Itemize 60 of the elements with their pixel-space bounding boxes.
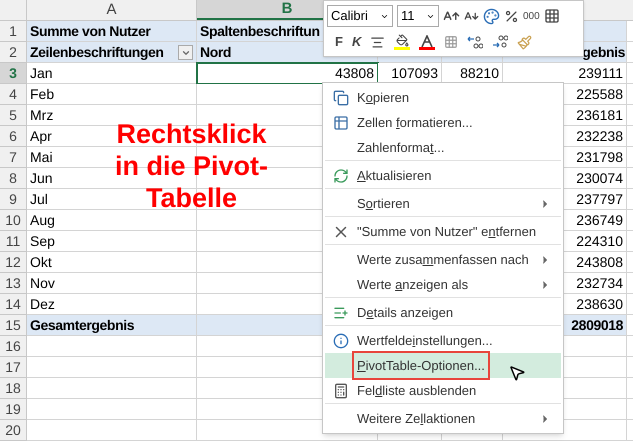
menu-item[interactable]: Sortieren: [325, 188, 561, 216]
mouse-cursor-icon: [508, 364, 526, 382]
menu-item[interactable]: Feldliste ausblenden: [325, 378, 561, 403]
copy-icon: [333, 90, 349, 106]
row-header[interactable]: 2: [0, 42, 27, 63]
row-header[interactable]: 11: [0, 231, 27, 252]
font-color-icon[interactable]: [419, 34, 436, 50]
styles-icon[interactable]: [483, 8, 500, 24]
menu-item[interactable]: Werte zusammenfassen nach: [325, 244, 561, 272]
font-size: 11: [401, 7, 414, 26]
row-header[interactable]: 16: [0, 336, 27, 357]
row-header[interactable]: 14: [0, 294, 27, 315]
refresh-icon: [333, 168, 349, 184]
row-header[interactable]: 12: [0, 252, 27, 273]
wrap-icon[interactable]: [544, 8, 560, 24]
row-header[interactable]: 17: [0, 357, 27, 378]
row-header[interactable]: 1: [0, 21, 27, 42]
row-header[interactable]: 5: [0, 105, 27, 126]
row-header[interactable]: 8: [0, 168, 27, 189]
row-header[interactable]: 10: [0, 210, 27, 231]
borders-icon[interactable]: [444, 35, 458, 49]
table-icon: [333, 114, 349, 130]
info-icon: [333, 333, 349, 349]
row-header[interactable]: 19: [0, 399, 27, 420]
menu-item[interactable]: Details anzeigen: [325, 297, 561, 325]
menu-item[interactable]: PivotTable-Optionen...: [325, 353, 561, 378]
thousands-button[interactable]: 000: [523, 8, 540, 24]
table-cell: Jan: [27, 63, 197, 84]
filter-dropdown-button[interactable]: [178, 45, 193, 60]
active-cell: 43808: [197, 63, 378, 84]
row-header[interactable]: 9: [0, 189, 27, 210]
fill-color-icon[interactable]: [394, 34, 410, 50]
table-cell: Nov: [27, 273, 197, 294]
table-cell: Okt: [27, 252, 197, 273]
percent-icon[interactable]: [504, 8, 519, 24]
font-size-dropdown[interactable]: 11: [397, 5, 439, 27]
menu-item[interactable]: Aktualisieren: [325, 160, 561, 188]
table-cell: Sep: [27, 231, 197, 252]
align-center-icon[interactable]: [370, 34, 386, 50]
row-header[interactable]: 7: [0, 147, 27, 168]
row-header[interactable]: 3: [0, 63, 27, 84]
table-cell: Feb: [27, 84, 197, 105]
row-header[interactable]: 6: [0, 126, 27, 147]
list-plus-icon: [333, 305, 349, 321]
header-label: Zeilenbeschriftungen: [30, 42, 164, 62]
decimal-increase-icon[interactable]: [467, 35, 484, 49]
font-dropdown[interactable]: Calibri: [327, 5, 393, 27]
table-cell: Dez: [27, 294, 197, 315]
table-cell: Summe von Nutzer: [27, 21, 197, 42]
menu-item[interactable]: Weitere Zellaktionen: [325, 403, 561, 431]
row-header[interactable]: 15: [0, 315, 27, 336]
row-header[interactable]: 20: [0, 420, 27, 441]
row-header[interactable]: 13: [0, 273, 27, 294]
calculator-icon: [333, 382, 349, 398]
table-cell: Gesamtergebnis: [27, 315, 197, 336]
table-cell: Aug: [27, 210, 197, 231]
decimal-decrease-icon[interactable]: [492, 35, 508, 49]
menu-item[interactable]: "Summe von Nutzer" entfernen: [325, 216, 561, 244]
row-header[interactable]: 4: [0, 84, 27, 105]
row-header[interactable]: 18: [0, 378, 27, 399]
